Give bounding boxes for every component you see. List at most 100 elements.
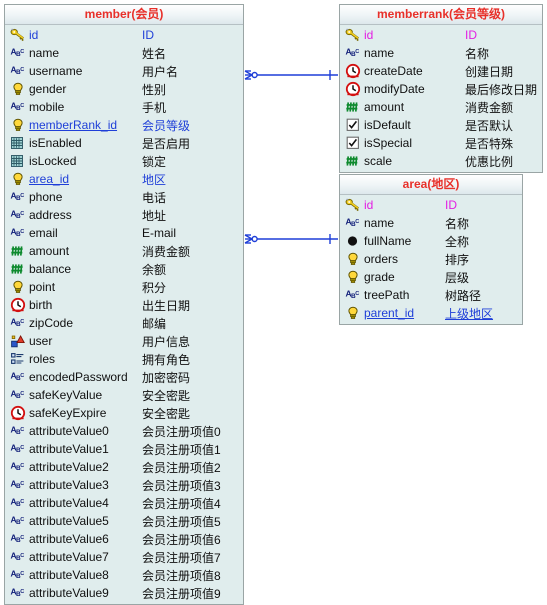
svg-text:C: C [20,481,24,487]
svg-text:C: C [20,319,24,325]
column-name: isEnabled [29,136,82,150]
column-row[interactable]: A B CattributeValue3 会员注册项值3 [5,476,243,494]
column-comment: 手机 [142,100,167,115]
entity-area[interactable]: area(地区) id ID A B Cname 名称 fullName 全称 orders 排序 g… [339,174,523,325]
svg-text:C: C [20,49,24,55]
column-row[interactable]: user 用户信息 [5,332,243,350]
column-row[interactable]: A B CattributeValue4 会员注册项值4 [5,494,243,512]
column-row[interactable]: createDate 创建日期 [340,62,542,80]
column-name: gender [29,82,67,96]
column-comment: 名称 [465,46,490,61]
column-row[interactable]: A B Cname 名称 [340,44,542,62]
column-comment: 消费金额 [142,244,191,259]
column-comment: 电话 [142,190,167,205]
string-icon: ABC [8,99,28,115]
column-row[interactable]: A B Caddress 地址 [5,206,243,224]
column-comment: 会员注册项值2 [142,460,221,475]
column-row[interactable]: point 积分 [5,278,243,296]
column-row[interactable]: orders 排序 [340,250,522,268]
column-row[interactable]: isSpecial 是否特殊 [340,134,542,152]
column-row[interactable]: A B Cname 姓名 [5,44,243,62]
column-row[interactable]: id ID [340,196,522,214]
column-row[interactable]: fullName 全称 [340,232,522,250]
entity-columns-area: id ID A B Cname 名称 fullName 全称 orders 排序 grade 层级 A B… [340,195,522,324]
column-row[interactable]: roles 拥有角色 [5,350,243,368]
column-comment: 上级地区 [445,306,494,321]
column-row[interactable]: area_id 地区 [5,170,243,188]
column-comment: 积分 [142,280,167,295]
string-icon: ABC [8,441,28,457]
column-row[interactable]: A B CencodedPassword 加密密码 [5,368,243,386]
column-name: orders [364,252,399,266]
column-row[interactable]: A B CattributeValue9 会员注册项值9 [5,584,243,602]
entity-title-area: area(地区) [340,175,522,195]
column-row[interactable]: isEnabled 是否启用 [5,134,243,152]
svg-text:C: C [20,391,24,397]
column-row[interactable]: id ID [5,26,243,44]
relationship-member-to-area[interactable] [244,230,338,248]
svg-text:C: C [20,463,24,469]
column-name: modifyDate [364,82,425,96]
entity-memberrank[interactable]: memberrank(会员等级) id ID A B Cname 名称 createDate 创… [339,4,543,173]
column-comment: 会员注册项值5 [142,514,221,529]
column-row[interactable]: A B CattributeValue7 会员注册项值7 [5,548,243,566]
column-row[interactable]: gender 性别 [5,80,243,98]
column-row[interactable]: A B Cphone 电话 [5,188,243,206]
bit-icon [8,153,28,169]
string-icon: ABC [8,207,28,223]
column-row[interactable]: balance 余额 [5,260,243,278]
column-name: zipCode [29,316,74,330]
collection-icon [8,351,28,367]
column-comment: 会员注册项值7 [142,550,221,565]
column-row[interactable]: A B Cemail E-mail [5,224,243,242]
string-icon: ABC [8,189,28,205]
primary-key-icon [8,27,28,43]
column-row[interactable]: grade 层级 [340,268,522,286]
column-comment: 地区 [142,172,167,187]
column-name: treePath [364,288,410,302]
column-name: safeKeyValue [29,388,103,402]
column-name: attributeValue3 [29,478,109,492]
column-row[interactable]: isLocked 锁定 [5,152,243,170]
column-name: username [29,64,83,78]
column-row[interactable]: A B CattributeValue6 会员注册项值6 [5,530,243,548]
column-comment: 安全密匙 [142,388,191,403]
column-row[interactable]: birth 出生日期 [5,296,243,314]
column-row[interactable]: id ID [340,26,542,44]
column-row[interactable]: A B CattributeValue1 会员注册项值1 [5,440,243,458]
svg-text:C: C [20,517,24,523]
column-row[interactable]: A B Cusername 用户名 [5,62,243,80]
column-comment: E-mail [142,226,177,240]
column-row[interactable]: amount 消费金额 [340,98,542,116]
number-icon [8,117,28,133]
column-row[interactable]: A B Cmobile 手机 [5,98,243,116]
column-comment: 会员注册项值0 [142,424,221,439]
clob-icon [343,233,363,249]
column-name: name [364,216,395,230]
column-row[interactable]: A B CtreePath 树路径 [340,286,522,304]
column-row[interactable]: A B CattributeValue5 会员注册项值5 [5,512,243,530]
column-row[interactable]: A B CattributeValue0 会员注册项值0 [5,422,243,440]
column-row[interactable]: A B CattributeValue8 会员注册项值8 [5,566,243,584]
column-comment: 会员等级 [142,118,191,133]
svg-text:C: C [355,291,359,297]
column-row[interactable]: A B CattributeValue2 会员注册项值2 [5,458,243,476]
checkbox-icon [343,117,363,133]
column-row[interactable]: parent_id 上级地区 [340,304,522,322]
column-row[interactable]: scale 优惠比例 [340,152,542,170]
relationship-member-to-memberrank[interactable] [244,66,338,84]
column-row[interactable]: safeKeyExpire 安全密匙 [5,404,243,422]
svg-text:C: C [20,553,24,559]
svg-text:C: C [20,103,24,109]
column-row[interactable]: amount 消费金额 [5,242,243,260]
column-row[interactable]: A B Cname 名称 [340,214,522,232]
column-comment: 安全密匙 [142,406,191,421]
column-row[interactable]: modifyDate 最后修改日期 [340,80,542,98]
string-icon: ABC [8,567,28,583]
column-row[interactable]: A B CsafeKeyValue 安全密匙 [5,386,243,404]
column-row[interactable]: memberRank_id 会员等级 [5,116,243,134]
svg-text:C: C [20,445,24,451]
column-row[interactable]: A B CzipCode 邮编 [5,314,243,332]
entity-member[interactable]: member(会员) id ID A B Cname 姓名 A B Cusername 用户名 gen… [4,4,244,605]
column-row[interactable]: isDefault 是否默认 [340,116,542,134]
